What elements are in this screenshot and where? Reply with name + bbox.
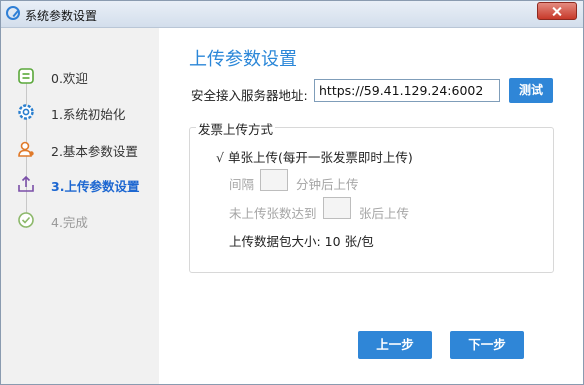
server-address-input[interactable] xyxy=(314,79,500,102)
sidebar-step-label: 1.系统初始化 xyxy=(51,107,126,122)
sidebar-step-basic-params[interactable]: 2.基本参数设置 xyxy=(16,138,156,160)
pending-count-input[interactable] xyxy=(323,197,351,219)
count-prefix-label: 未上传张数达到 xyxy=(229,206,317,221)
package-size-label: 上传数据包大小: 10 张/包 xyxy=(229,234,374,249)
interval-suffix-label: 分钟后上传 xyxy=(296,177,359,192)
app-icon xyxy=(6,6,20,20)
upload-mode-group-title: 发票上传方式 xyxy=(196,119,276,138)
sidebar-step-label: 2.基本参数设置 xyxy=(51,144,138,159)
sidebar-step-label: 4.完成 xyxy=(51,215,88,230)
close-button[interactable] xyxy=(537,2,577,20)
page-heading: 上传参数设置 xyxy=(189,49,297,70)
single-upload-label: 单张上传(每开一张发票即时上传) xyxy=(227,150,413,165)
dialog-window: 系统参数设置 0.欢迎 1.系统初始化 2.基本参数设置 3.上传参数设置 4.… xyxy=(0,0,584,385)
next-button[interactable]: 下一步 xyxy=(450,331,524,359)
sidebar-step-upload-params[interactable]: 3.上传参数设置 xyxy=(16,173,156,195)
wizard-sidebar: 0.欢迎 1.系统初始化 2.基本参数设置 3.上传参数设置 4.完成 xyxy=(1,28,159,384)
gear-icon xyxy=(18,104,34,120)
window-title: 系统参数设置 xyxy=(25,9,98,23)
user-icon xyxy=(18,141,34,157)
interval-minutes-input[interactable] xyxy=(260,169,288,191)
check-circle-icon xyxy=(18,212,34,228)
prev-button[interactable]: 上一步 xyxy=(358,331,432,359)
sidebar-step-label: 0.欢迎 xyxy=(51,71,88,86)
sidebar-step-complete[interactable]: 4.完成 xyxy=(16,209,156,231)
server-address-label: 安全接入服务器地址: xyxy=(191,88,308,103)
sidebar-step-system-init[interactable]: 1.系统初始化 xyxy=(16,101,156,123)
sidebar-step-welcome[interactable]: 0.欢迎 xyxy=(16,65,156,87)
checkmark-icon: √ xyxy=(216,150,224,165)
test-button[interactable]: 测试 xyxy=(509,78,553,103)
upload-icon xyxy=(18,175,34,192)
title-bar: 系统参数设置 xyxy=(1,1,583,28)
single-upload-option[interactable]: √ 单张上传(每开一张发票即时上传) xyxy=(216,147,413,166)
count-suffix-label: 张后上传 xyxy=(359,206,410,221)
sidebar-step-label: 3.上传参数设置 xyxy=(51,179,140,194)
interval-prefix-label: 间隔 xyxy=(229,177,255,192)
welcome-icon xyxy=(18,68,34,84)
